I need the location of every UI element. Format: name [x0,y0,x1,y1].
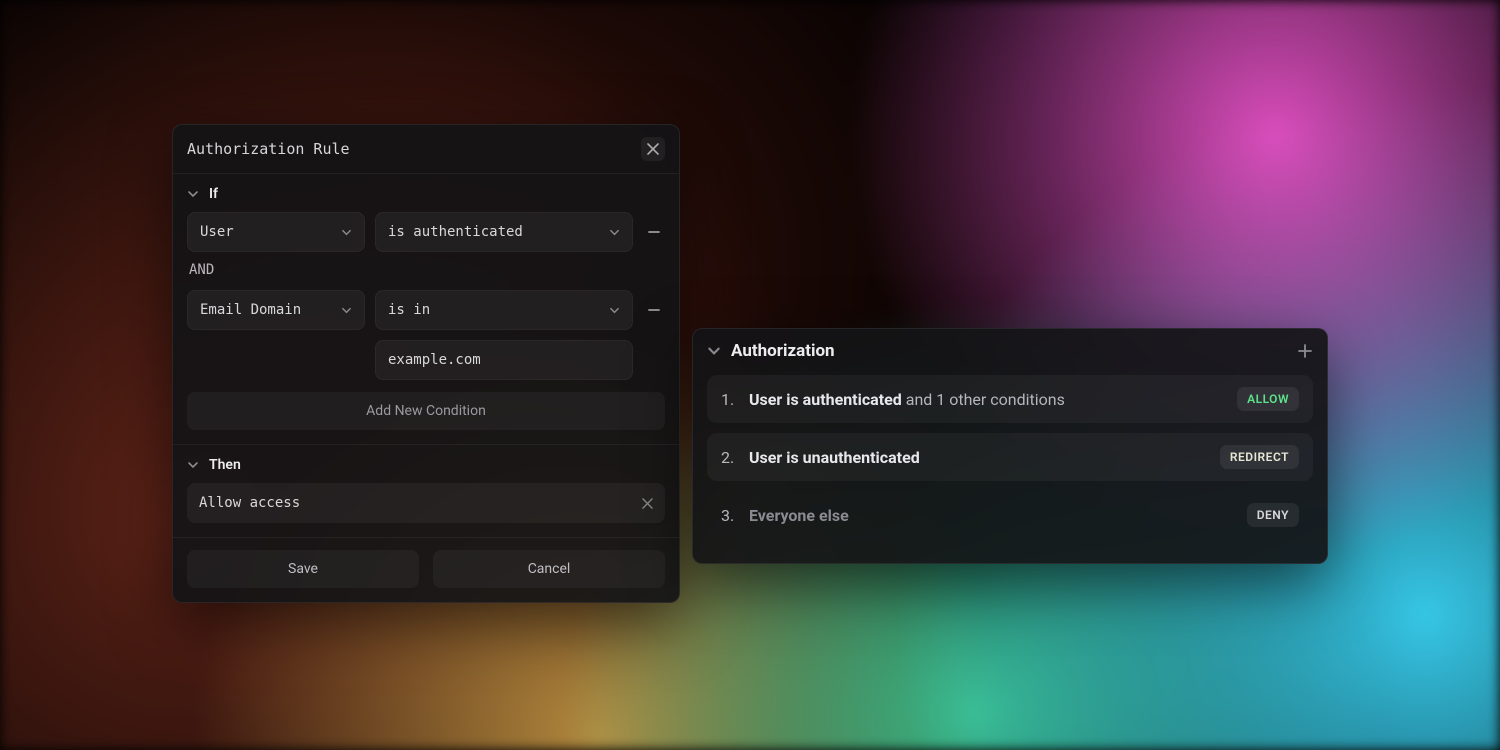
then-label: Then [209,457,241,473]
condition-operator-value: is in [388,302,430,318]
authorization-list-title: Authorization [731,341,835,361]
rule-item-left: 2. User is unauthenticated [721,448,920,467]
rule-editor-header: Authorization Rule [173,125,679,174]
clear-action-button[interactable] [642,498,653,509]
condition-subject-value: User [200,224,234,240]
rule-item-left: 1. User is authenticated and 1 other cond… [721,390,1065,409]
rule-list-item[interactable]: 3. Everyone else DENY [707,491,1313,539]
condition-row: Email Domain is in [187,290,665,330]
add-condition-button[interactable]: Add New Condition [187,392,665,430]
rule-item-text: User is unauthenticated [749,448,920,467]
rule-item-text: Everyone else [749,506,849,525]
rule-item-number: 2. [721,448,739,467]
close-button[interactable] [641,137,665,161]
condition-operator-value: is authenticated [388,224,523,240]
authorization-list-header: Authorization [707,341,1313,361]
then-section: Then Allow access [173,445,679,537]
plus-icon [1297,343,1313,359]
authorization-list-panel: Authorization 1. User is authenticated an… [692,328,1328,564]
if-label: If [209,186,218,202]
rule-item-badge: REDIRECT [1220,445,1299,469]
rule-list-item[interactable]: 1. User is authenticated and 1 other cond… [707,375,1313,423]
condition-value-row: example.com [187,340,665,380]
condition-subject-value: Email Domain [200,302,301,318]
minus-icon [647,303,661,317]
save-button[interactable]: Save [187,550,419,588]
rule-list-item[interactable]: 2. User is unauthenticated REDIRECT [707,433,1313,481]
condition-joiner: AND [189,262,665,278]
if-section: If User is authenticated AND Email Domai… [173,174,679,444]
chevron-down-icon [341,305,352,316]
chevron-down-icon [187,188,199,200]
add-condition-label: Add New Condition [366,403,486,419]
cancel-label: Cancel [528,561,571,577]
rule-item-badge: ALLOW [1237,387,1299,411]
condition-subject-select[interactable]: User [187,212,365,252]
chevron-down-icon [609,305,620,316]
rule-item-left: 3. Everyone else [721,506,849,525]
remove-condition-button[interactable] [643,299,665,321]
chevron-down-icon [341,227,352,238]
rule-editor-title: Authorization Rule [187,140,350,158]
chevron-down-icon [707,344,721,358]
rule-item-number: 3. [721,506,739,525]
authorization-list-heading[interactable]: Authorization [707,341,835,361]
condition-operator-select[interactable]: is in [375,290,633,330]
close-icon [647,143,659,155]
condition-value-input[interactable]: example.com [375,340,633,380]
if-heading[interactable]: If [187,186,665,202]
condition-row: User is authenticated [187,212,665,252]
rule-list: 1. User is authenticated and 1 other cond… [707,375,1313,539]
cancel-button[interactable]: Cancel [433,550,665,588]
add-rule-button[interactable] [1297,343,1313,359]
condition-subject-select[interactable]: Email Domain [187,290,365,330]
then-action-input[interactable]: Allow access [187,483,665,523]
close-icon [642,498,653,509]
then-heading[interactable]: Then [187,457,665,473]
rule-item-number: 1. [721,390,739,409]
rule-editor-panel: Authorization Rule If User is authentica… [172,124,680,603]
rule-editor-footer: Save Cancel [173,538,679,602]
condition-operator-select[interactable]: is authenticated [375,212,633,252]
rule-item-text: User is authenticated and 1 other condit… [749,390,1065,409]
minus-icon [647,225,661,239]
chevron-down-icon [187,459,199,471]
chevron-down-icon [609,227,620,238]
then-action-value: Allow access [199,495,300,511]
condition-value-text: example.com [388,352,481,368]
remove-condition-button[interactable] [643,221,665,243]
rule-item-badge: DENY [1247,503,1299,527]
save-label: Save [288,561,318,577]
